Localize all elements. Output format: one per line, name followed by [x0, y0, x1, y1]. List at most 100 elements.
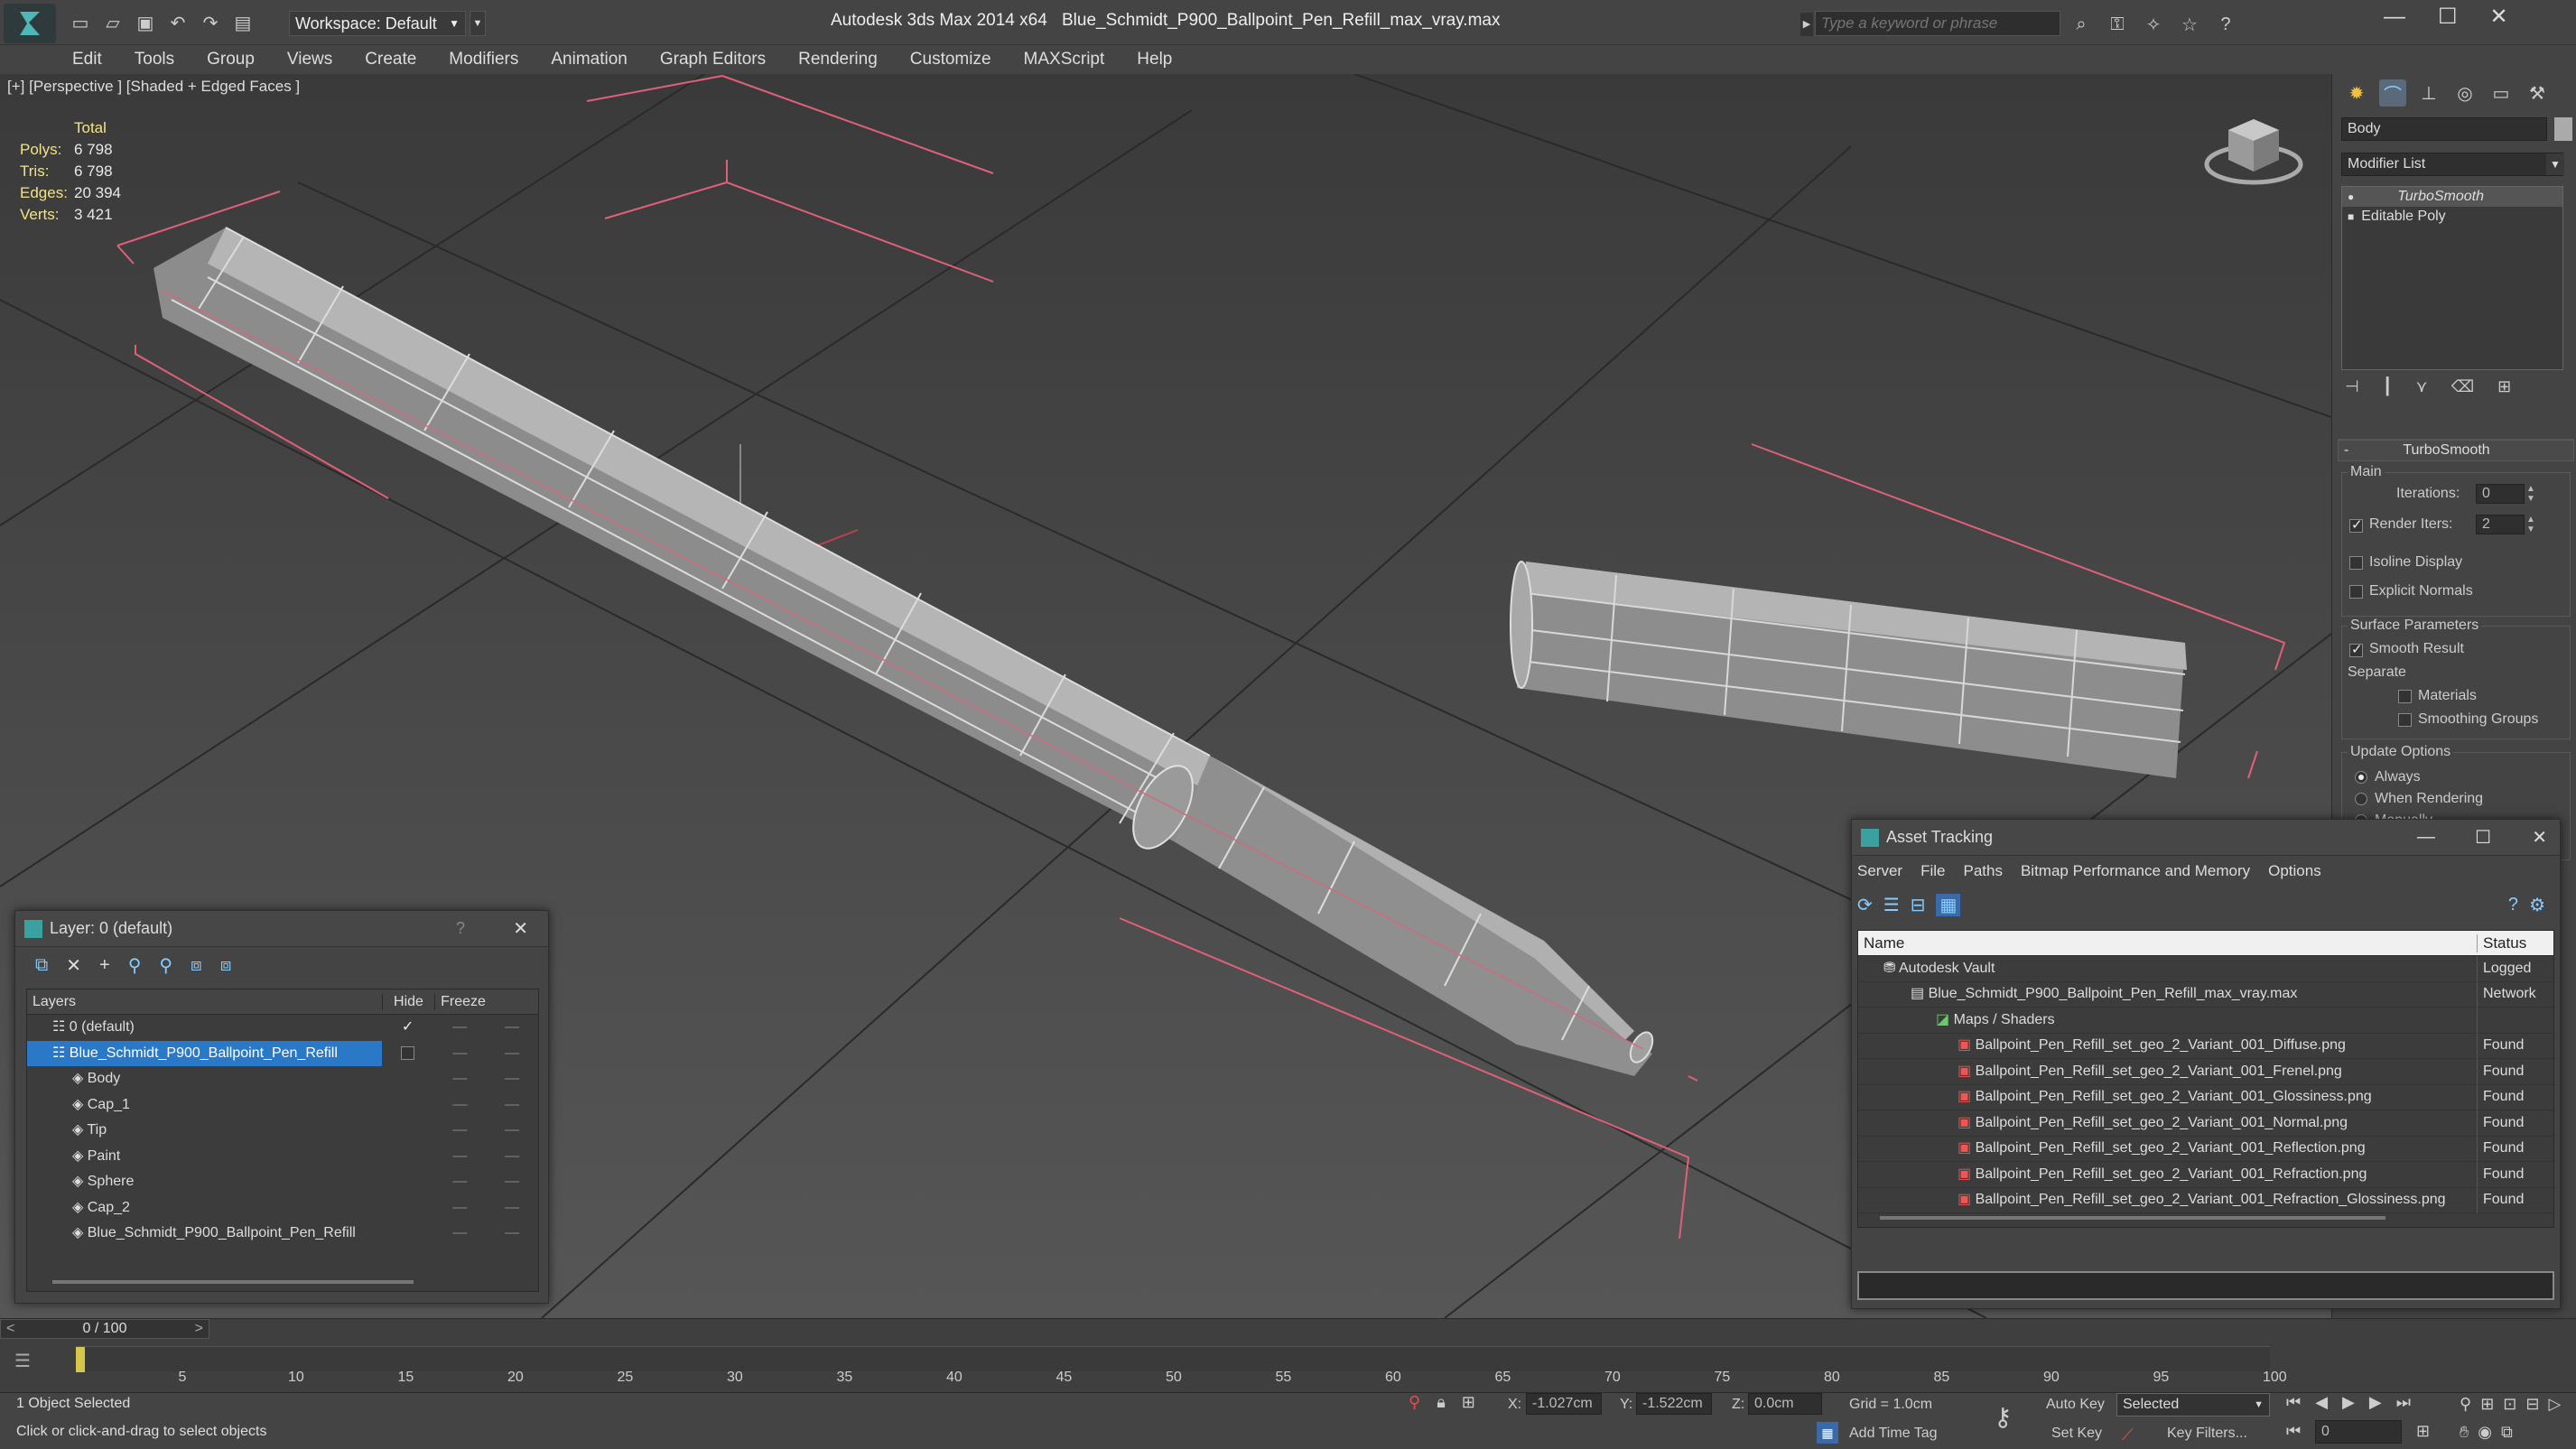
object-name-field[interactable]: Body [2341, 117, 2547, 141]
iterations-spinner[interactable]: 0 [2476, 484, 2525, 504]
object-row[interactable]: ◈ Tip — — [27, 1118, 538, 1144]
modify-tab-icon[interactable]: ⌒ [2379, 79, 2406, 107]
auto-key-button[interactable]: Auto Key [2046, 1397, 2105, 1413]
go-to-end-icon[interactable]: ⏭ [2396, 1393, 2411, 1412]
always-radio[interactable] [2355, 771, 2367, 784]
binoculars-icon[interactable]: ⌕ [2068, 11, 2095, 38]
hide-toggle[interactable]: — [433, 1195, 486, 1221]
collapse-icon[interactable]: - [2344, 442, 2348, 459]
workspace-menu-icon[interactable]: ▼ [470, 11, 486, 36]
zoom-icon[interactable]: ⚲ [2460, 1395, 2471, 1414]
add-to-layer-icon[interactable]: + [99, 955, 110, 976]
configure-modifier-sets-icon[interactable]: ⊞ [2497, 377, 2511, 396]
menu-graph-editors[interactable]: Graph Editors [644, 45, 782, 74]
help-icon[interactable]: ? [2212, 11, 2239, 38]
close-icon[interactable]: ✕ [2490, 4, 2508, 30]
go-to-start-icon[interactable]: ⏮ [2286, 1393, 2301, 1412]
save-file-icon[interactable]: ▣ [132, 9, 159, 36]
delete-layer-icon[interactable]: ✕ [66, 954, 81, 977]
menu-rendering[interactable]: Rendering [782, 45, 894, 74]
layer-horizontal-scrollbar[interactable] [52, 1280, 414, 1284]
pan-icon[interactable]: ✋︎ [2460, 1423, 2469, 1442]
asset-horizontal-scrollbar[interactable] [1880, 1216, 2385, 1220]
freeze-toggle[interactable]: — [486, 1169, 538, 1195]
materials-checkbox[interactable] [2398, 690, 2412, 703]
object-row[interactable]: ◈ Body — — [27, 1066, 538, 1092]
zoom-extents-all-icon[interactable]: ⊟ [2525, 1395, 2539, 1414]
asset-help-icon[interactable]: ? [2508, 895, 2518, 915]
object-row[interactable]: ◈ Blue_Schmidt_P900_Ballpoint_Pen_Refill… [27, 1221, 538, 1247]
freeze-toggle[interactable]: — [486, 1041, 538, 1067]
pin-stack-icon[interactable]: ⊣ [2345, 377, 2359, 396]
layer-help-icon[interactable]: ? [456, 919, 465, 938]
isolate-icon[interactable]: ⚲ [1409, 1393, 1420, 1412]
display-tab-icon[interactable]: ▭ [2488, 79, 2515, 107]
asset-maximize-icon[interactable]: ☐ [2475, 826, 2491, 849]
open-file-icon[interactable]: ▱ [99, 9, 126, 36]
object-row[interactable]: ◈ Sphere — — [27, 1169, 538, 1195]
stack-item-turbosmooth[interactable]: ● TurboSmooth [2342, 187, 2562, 207]
z-coordinate-field[interactable]: 0.0cm [1748, 1393, 1822, 1415]
x-coordinate-field[interactable]: -1.027cm [1526, 1393, 1602, 1415]
hide-toggle[interactable]: — [433, 1169, 486, 1195]
maximize-viewport-icon[interactable]: ⧉ [2501, 1423, 2513, 1442]
zoom-all-icon[interactable]: ⊞ [2480, 1395, 2494, 1414]
field-of-view-icon[interactable]: ▷ [2548, 1395, 2561, 1414]
set-current-layer-box[interactable] [382, 1041, 434, 1067]
hide-toggle[interactable]: — [433, 1221, 486, 1247]
select-objects-in-layer-icon[interactable]: ⚲ [128, 954, 142, 977]
lock-selection-icon[interactable]: 🔒︎ [1437, 1393, 1446, 1412]
render-iters-checkbox[interactable] [2349, 516, 2363, 534]
add-time-tag[interactable]: Add Time Tag [1849, 1426, 1938, 1442]
menu-modifiers[interactable]: Modifiers [432, 45, 535, 74]
asset-menu-server[interactable]: Server [1857, 862, 1902, 880]
when-rendering-radio[interactable] [2355, 793, 2367, 805]
minimize-icon[interactable]: — [2384, 5, 2405, 30]
subscription-icon[interactable]: ⚿ [2104, 11, 2131, 38]
play-icon[interactable]: ▶︎ [2342, 1393, 2355, 1412]
col-freeze[interactable]: Freeze [435, 994, 491, 1010]
highlight-layer-icon[interactable]: ⚲ [159, 954, 172, 977]
freeze-all-layers-icon[interactable]: ⧈ [220, 955, 232, 976]
project-folder-icon[interactable]: ▤ [229, 9, 256, 36]
app-logo-icon[interactable] [4, 4, 56, 43]
asset-row[interactable]: ▣ Ballpoint_Pen_Refill_set_geo_2_Variant… [1858, 1187, 2553, 1213]
col-name[interactable]: Name [1858, 933, 2478, 952]
zoom-extents-icon[interactable]: ⊡ [2503, 1395, 2516, 1414]
undo-icon[interactable]: ↶ [164, 9, 191, 36]
menu-animation[interactable]: Animation [535, 45, 644, 74]
asset-row[interactable]: ▣ Ballpoint_Pen_Refill_set_geo_2_Variant… [1858, 1110, 2553, 1137]
workspace-dropdown[interactable]: Workspace: Default ▼ [289, 11, 466, 36]
set-key-button[interactable]: Set Key [2051, 1426, 2102, 1442]
hide-toggle[interactable]: — [433, 1118, 486, 1144]
previous-frame-icon[interactable]: ◀︎ [2315, 1393, 2328, 1412]
time-tag-icon[interactable]: ▦ [1817, 1422, 1838, 1444]
hide-all-layers-icon[interactable]: ⧈ [191, 955, 202, 976]
prev-frame-icon[interactable]: < [6, 1320, 14, 1338]
current-frame-field[interactable]: 0 [2315, 1420, 2402, 1444]
hide-toggle[interactable]: — [433, 1041, 486, 1067]
render-iters-spinner-arrows[interactable]: ▲ ▼ [2526, 515, 2535, 534]
freeze-toggle[interactable]: — [486, 1144, 538, 1170]
menu-customize[interactable]: Customize [894, 45, 1008, 74]
track-bar[interactable] [76, 1346, 2270, 1372]
asset-settings-icon[interactable]: ⚙ [2529, 894, 2545, 916]
hide-toggle[interactable]: — [433, 1092, 486, 1119]
menu-views[interactable]: Views [271, 45, 349, 74]
table-view-icon[interactable]: ▦ [1936, 893, 1961, 916]
menu-tools[interactable]: Tools [118, 45, 191, 74]
current-frame-marker[interactable] [76, 1347, 85, 1372]
menu-edit[interactable]: Edit [56, 45, 118, 74]
modifier-list-dropdown[interactable]: Modifier List ▼ [2341, 153, 2564, 176]
asset-menu-bitmap-performance[interactable]: Bitmap Performance and Memory [2021, 862, 2250, 880]
hide-toggle[interactable]: — [433, 1066, 486, 1092]
create-tab-icon[interactable]: ✹ [2343, 79, 2370, 107]
search-expand-icon[interactable]: ▶ [1800, 13, 1813, 36]
lightbulb-icon[interactable]: ● [2348, 190, 2354, 203]
menu-group[interactable]: Group [191, 45, 271, 74]
refresh-icon[interactable]: ⟳ [1857, 894, 1873, 916]
asset-window-header[interactable]: Asset Tracking — ☐ ✕ [1852, 820, 2560, 856]
asset-menu-paths[interactable]: Paths [1963, 862, 2002, 880]
y-coordinate-field[interactable]: -1.522cm [1636, 1393, 1712, 1415]
new-file-icon[interactable]: ▭ [67, 9, 94, 36]
